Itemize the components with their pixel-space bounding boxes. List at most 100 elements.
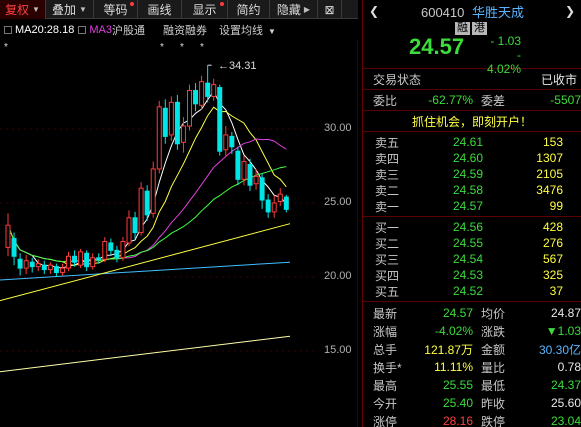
- bid-row[interactable]: 买五 24.52 37: [363, 283, 581, 299]
- notification-dot-icon: [130, 2, 134, 6]
- chevron-right-icon: ▶: [303, 5, 311, 14]
- level-volume: 153: [542, 135, 563, 149]
- candle-up: [211, 84, 217, 97]
- stats-row: 最高 25.55 最低 24.37: [363, 376, 581, 394]
- level-volume: 1307: [536, 151, 563, 165]
- candle-down: [235, 150, 241, 180]
- hgt-toggle[interactable]: 沪股通: [112, 22, 145, 38]
- candle-up: [66, 255, 71, 269]
- y-tick-label: 25.00: [324, 196, 352, 208]
- peak-price-label: ←34.31: [218, 60, 257, 72]
- stat-value: 24.57: [442, 306, 473, 320]
- bid-row[interactable]: 买二 24.55 276: [363, 235, 581, 251]
- status-label: 交易状态: [373, 72, 422, 87]
- stat-label: 换手*: [373, 360, 402, 375]
- close-box-icon: ⊠: [324, 2, 335, 17]
- ask-book: 卖五 24.61 153 卖四 24.60 1307 卖三 24.59 2105 卖二 24.58 3…: [363, 132, 581, 214]
- stat-value: ▼1.03: [545, 324, 581, 338]
- level-label: 买四: [375, 268, 400, 283]
- stat-value: -4.02%: [434, 324, 473, 338]
- draw-line-label: 画线: [147, 3, 172, 17]
- star-marker: *: [4, 42, 8, 53]
- hide-button[interactable]: 隐藏 ▶: [270, 0, 318, 19]
- candle-down: [283, 196, 289, 210]
- overlay-button[interactable]: 叠加 ▼: [46, 0, 94, 19]
- level-label: 卖五: [375, 135, 400, 150]
- level-volume: 276: [542, 236, 563, 250]
- candle-up: [150, 168, 156, 214]
- candle-down: [247, 164, 253, 186]
- ma250-line: [0, 335, 291, 373]
- stat-label: 金额: [481, 342, 506, 357]
- level-price: 24.57: [452, 199, 483, 213]
- stats-row: 换手* 11.11% 量比 0.78: [363, 358, 581, 376]
- kline-chart[interactable]: 30.00 25.00 20.00 15.00 ←34.31: [0, 40, 359, 427]
- hide-label: 隐藏: [276, 3, 301, 17]
- candle-down: [217, 87, 223, 152]
- candle-up: [199, 81, 205, 106]
- draw-line-button[interactable]: 画线: [138, 0, 182, 19]
- level-price: 24.61: [452, 135, 483, 149]
- stat-value: 0.78: [557, 360, 581, 374]
- candle-down: [205, 82, 211, 97]
- candle-down: [114, 249, 120, 259]
- stat-value: 28.16: [442, 414, 473, 427]
- display-label: 显示: [192, 3, 217, 17]
- margin-trading-toggle[interactable]: 融资融券: [163, 22, 207, 38]
- stats-row: 涨幅 -4.02% 涨跌 ▼1.03: [363, 322, 581, 340]
- candle-up: [23, 260, 29, 269]
- bid-row[interactable]: 买四 24.53 325: [363, 267, 581, 283]
- ask-row[interactable]: 卖二 24.58 3476: [363, 182, 581, 198]
- ma-settings-button[interactable]: 设置均线 ▼: [219, 22, 276, 38]
- stock-title: 600410 华胜天成: [363, 2, 581, 21]
- chevron-down-icon: ▼: [32, 5, 40, 14]
- level-price: 24.58: [452, 183, 483, 197]
- webi-value: -62.77%: [428, 93, 473, 107]
- stats-row: 涨停 28.16 跌停 23.04: [363, 412, 581, 427]
- indicator-bar: MA20:28.18 MA3 沪股通 融资融券 设置均线 ▼: [0, 21, 300, 39]
- bid-row[interactable]: 买一 24.56 428: [363, 219, 581, 235]
- candle-up: [59, 267, 65, 274]
- stat-label: 今开: [373, 396, 398, 411]
- stat-label: 涨幅: [373, 324, 398, 339]
- level-volume: 37: [549, 284, 563, 298]
- stat-label: 最新: [373, 306, 398, 321]
- candle-up: [180, 125, 186, 143]
- candle-up: [156, 106, 162, 170]
- level-price: 24.54: [452, 252, 483, 266]
- chip-button[interactable]: 等码: [94, 0, 138, 19]
- candle-down: [174, 101, 180, 145]
- ask-row[interactable]: 卖三 24.59 2105: [363, 166, 581, 182]
- star-marker: *: [200, 42, 204, 53]
- stats-row: 最新 24.57 均价 24.87: [363, 304, 581, 322]
- stat-value: 23.04: [550, 414, 581, 427]
- ask-row[interactable]: 卖一 24.57 99: [363, 198, 581, 214]
- stock-code: 600410: [420, 5, 465, 20]
- candle-down: [72, 255, 78, 263]
- stat-label: 量比: [481, 360, 506, 375]
- wecha-label: 委差: [481, 93, 506, 108]
- stat-value: 11.11%: [434, 360, 473, 374]
- ask-row[interactable]: 卖四 24.60 1307: [363, 150, 581, 166]
- candle-up: [120, 240, 126, 259]
- ma-settings-label: 设置均线: [218, 25, 263, 37]
- candle-down: [265, 199, 271, 213]
- ma3-checkbox[interactable]: [78, 26, 87, 34]
- level-volume: 3476: [536, 183, 563, 197]
- candle-up: [102, 240, 108, 260]
- level-label: 卖四: [375, 151, 400, 166]
- display-button[interactable]: 显示: [182, 0, 228, 19]
- fuquan-button[interactable]: 复权 ▼: [0, 0, 46, 19]
- star-marker: *: [180, 42, 184, 53]
- level-volume: 567: [542, 252, 563, 266]
- candle-up: [168, 101, 174, 136]
- close-panel-button[interactable]: ⊠: [318, 0, 342, 19]
- ask-row[interactable]: 卖五 24.61 153: [363, 134, 581, 150]
- bid-row[interactable]: 买三 24.54 567: [363, 251, 581, 267]
- open-account-link[interactable]: 抓住机会，即刻开户！: [363, 111, 581, 131]
- webi-label: 委比: [373, 93, 398, 108]
- simple-button[interactable]: 简约: [228, 0, 270, 19]
- trade-status-row: 交易状态 已收市: [363, 69, 581, 89]
- ma20-checkbox[interactable]: [4, 26, 12, 34]
- chart-toolbar: 复权 ▼ 叠加 ▼ 等码 画线 显示 简约 隐藏 ▶ ⊠: [0, 0, 358, 19]
